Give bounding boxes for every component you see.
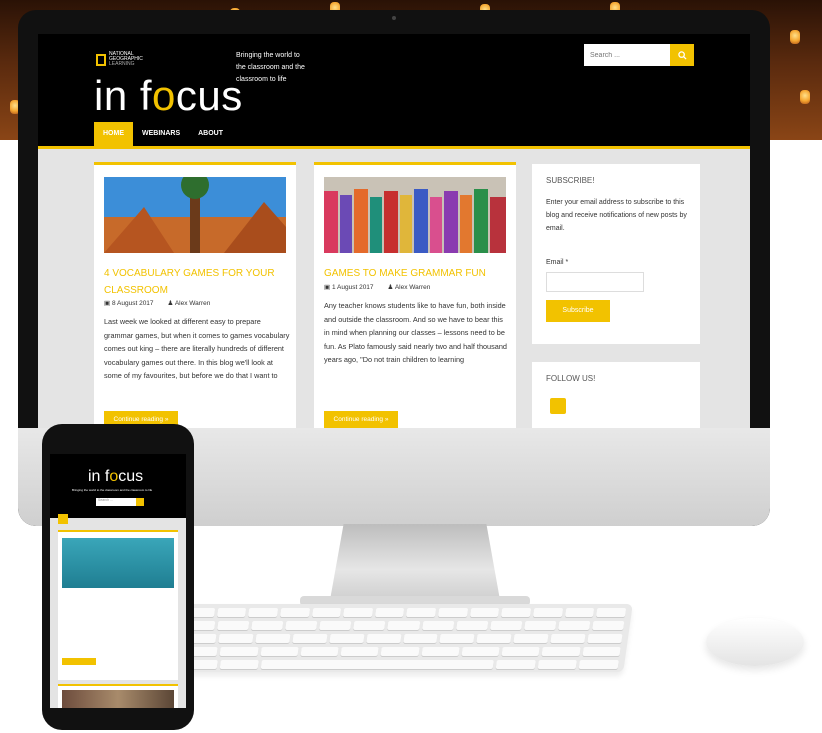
post-title[interactable]: 4 VOCABULARY GAMES FOR YOUR CLASSROOM [104, 265, 290, 299]
mobile-post-card [58, 530, 178, 680]
subscribe-widget: SUBSCRIBE! Enter your email address to s… [532, 164, 700, 344]
calendar-icon: ▣ [324, 284, 331, 291]
mobile-search-input[interactable]: Search ... [96, 498, 136, 506]
nav-item-about[interactable]: ABOUT [189, 122, 232, 146]
mobile-continue-button[interactable] [62, 658, 96, 665]
product-mockup-scene: NATIONAL GEOGRAPHIC LEARNING in focus Br… [0, 0, 822, 733]
mobile-post-image[interactable] [62, 538, 174, 588]
brand-line-3: LEARNING [109, 61, 135, 67]
follow-widget: FOLLOW US! [532, 362, 700, 428]
mobile-post-image[interactable] [62, 690, 174, 708]
imac-stand [330, 524, 500, 600]
user-icon: ♟ [387, 284, 394, 291]
widget-title: SUBSCRIBE! [546, 176, 595, 185]
post-card: GAMES TO MAKE GRAMMAR FUN ▣ 1 August 201… [314, 162, 516, 428]
site-title[interactable]: in focus [94, 72, 243, 120]
mouse [706, 618, 804, 666]
post-date[interactable]: 1 August 2017 [332, 284, 374, 291]
mobile-tagline: Bringing the world to the classroom and … [72, 488, 153, 492]
post-image-fabrics[interactable] [324, 177, 506, 253]
post-meta: ▣ 8 August 2017 ♟ Alex Warren [104, 299, 210, 307]
search-button[interactable] [670, 44, 694, 66]
search-icon [677, 50, 687, 60]
mobile-menu-icon[interactable] [58, 514, 68, 524]
nav-item-webinars[interactable]: WEBINARS [133, 122, 189, 146]
rss-icon[interactable] [550, 398, 566, 414]
post-date[interactable]: 8 August 2017 [112, 300, 154, 307]
desktop-website-screen: NATIONAL GEOGRAPHIC LEARNING in focus Br… [38, 34, 750, 428]
mobile-search-button[interactable] [136, 498, 144, 506]
search-form [584, 44, 694, 66]
national-geographic-logo[interactable]: NATIONAL GEOGRAPHIC LEARNING [96, 52, 145, 67]
user-icon: ♟ [167, 300, 174, 307]
post-image-trees[interactable] [104, 177, 286, 253]
lantern [790, 30, 800, 44]
mobile-website-screen: in focus Bringing the world to the class… [50, 454, 186, 708]
post-author[interactable]: Alex Warren [175, 300, 211, 307]
post-card: 4 VOCABULARY GAMES FOR YOUR CLASSROOM ▣ … [94, 162, 296, 428]
camera-dot [392, 16, 396, 20]
yellow-border-icon [96, 53, 106, 66]
calendar-icon: ▣ [104, 300, 111, 307]
site-tagline: Bringing the world to the classroom and … [236, 52, 305, 83]
widget-title: FOLLOW US! [546, 374, 596, 383]
main-navigation: HOME WEBINARS ABOUT [94, 122, 232, 146]
search-input[interactable] [584, 44, 670, 66]
site-header: NATIONAL GEOGRAPHIC LEARNING in focus Br… [38, 34, 750, 146]
post-excerpt: Last week we looked at different easy to… [104, 317, 290, 380]
post-excerpt: Any teacher knows students like to have … [324, 301, 507, 364]
post-author[interactable]: Alex Warren [395, 284, 431, 291]
subscribe-button[interactable]: Subscribe [546, 300, 610, 322]
mobile-post-card [58, 684, 178, 708]
mobile-site-title[interactable]: in focus [88, 468, 143, 486]
email-field[interactable] [546, 272, 644, 292]
keyboard [171, 604, 633, 672]
nav-accent-line [38, 146, 750, 149]
mobile-site-header: in focus Bringing the world to the class… [50, 454, 186, 518]
continue-reading-button[interactable]: Continue reading » [324, 411, 398, 428]
post-title[interactable]: GAMES TO MAKE GRAMMAR FUN [324, 265, 510, 282]
lantern [800, 90, 810, 104]
post-meta: ▣ 1 August 2017 ♟ Alex Warren [324, 283, 430, 291]
nav-item-home[interactable]: HOME [94, 122, 133, 146]
email-label: Email * [546, 259, 569, 266]
widget-text: Enter your email address to subscribe to… [546, 199, 687, 232]
